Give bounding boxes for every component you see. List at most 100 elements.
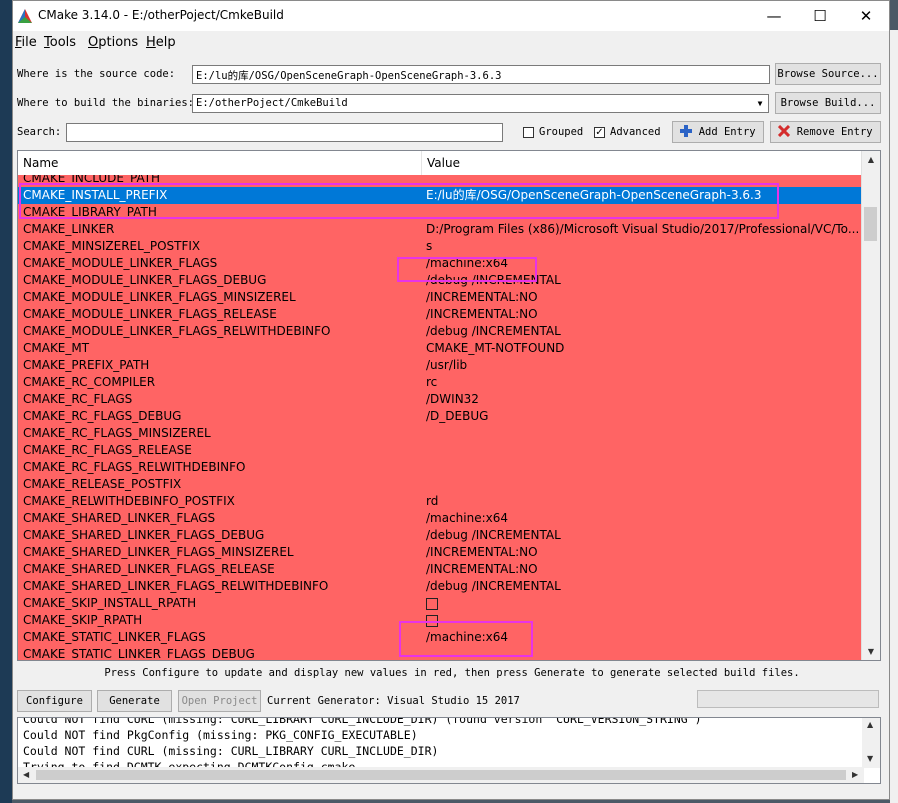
table-row[interactable]: CMAKE_LINKER D:/Program Files (x86)/Micro… — [18, 221, 862, 238]
grouped-checkbox[interactable] — [523, 127, 534, 138]
cache-entry-value[interactable]: rc — [426, 374, 858, 391]
output-scroll-right-icon[interactable]: ▶ — [852, 770, 858, 779]
cache-entry-value[interactable]: /INCREMENTAL:NO — [426, 544, 858, 561]
scroll-down-icon[interactable]: ▼ — [862, 643, 880, 660]
menu-options[interactable]: Options — [88, 35, 138, 50]
output-vertical-scrollbar[interactable]: ▲ ▼ — [862, 718, 880, 768]
column-header-value[interactable]: Value — [422, 151, 862, 175]
table-row[interactable]: CMAKE_MT CMAKE_MT-NOTFOUND — [18, 340, 862, 357]
advanced-label: Advanced — [610, 126, 661, 138]
cache-entry-value[interactable]: /INCREMENTAL:NO — [426, 306, 858, 323]
source-path-input[interactable]: E:/lu的库/OSG/OpenSceneGraph-OpenSceneGrap… — [192, 65, 770, 84]
output-horizontal-scrollbar[interactable]: ◀ ▶ — [18, 767, 864, 783]
table-row[interactable]: CMAKE_RC_FLAGS/DWIN32 — [18, 391, 862, 408]
cache-entry-value[interactable]: /debug /INCREMENTAL — [426, 578, 858, 595]
remove-entry-button[interactable]: Remove Entry — [770, 121, 881, 143]
table-vertical-scrollbar[interactable]: ▲ ▼ — [861, 151, 880, 660]
menu-tools[interactable]: Tools — [44, 35, 76, 50]
table-row[interactable]: CMAKE_STATIC_LINKER_FLAGS/machine:x64 — [18, 629, 862, 646]
table-row[interactable]: CMAKE_MODULE_LINKER_FLAGS_RELWITHDEBINFO… — [18, 323, 862, 340]
table-row[interactable]: CMAKE_RELWITHDEBINFO_POSTFIX rd — [18, 493, 862, 510]
table-row[interactable]: CMAKE_MODULE_LINKER_FLAGS/machine:x64 — [18, 255, 862, 272]
build-path-combobox[interactable]: E:/otherPoject/CmkeBuild ▼ — [192, 94, 769, 113]
bool-checkbox[interactable] — [426, 614, 438, 627]
configure-button[interactable]: Configure — [17, 690, 92, 712]
table-row[interactable]: CMAKE_INSTALL_PREFIX E:/lu的库/OSG/OpenScen… — [18, 187, 862, 204]
plus-icon — [680, 125, 693, 137]
table-row[interactable]: CMAKE_RC_FLAGS_MINSIZEREL — [18, 425, 862, 442]
scrollbar-thumb[interactable] — [864, 207, 877, 241]
cache-entry-name: CMAKE_SHARED_LINKER_FLAGS_MINSIZEREL — [23, 545, 294, 559]
output-hscroll-thumb[interactable] — [36, 770, 846, 780]
add-entry-button[interactable]: Add Entry — [672, 121, 764, 143]
cache-entry-name: CMAKE_MODULE_LINKER_FLAGS_DEBUG — [23, 273, 267, 287]
table-row[interactable]: CMAKE_MODULE_LINKER_FLAGS_DEBUG/debug /I… — [18, 272, 862, 289]
cache-entry-value[interactable]: /machine:x64 — [426, 255, 858, 272]
table-row[interactable]: CMAKE_SHARED_LINKER_FLAGS/machine:x64 — [18, 510, 862, 527]
cache-entry-value[interactable]: /debug /INCREMENTAL — [426, 323, 858, 340]
desktop-left-edge — [0, 0, 12, 803]
bool-checkbox[interactable] — [426, 597, 438, 610]
chevron-down-icon[interactable]: ▼ — [754, 98, 766, 110]
cache-entry-value[interactable]: /usr/lib — [426, 357, 858, 374]
menu-help[interactable]: Help — [146, 35, 176, 50]
cache-entry-value[interactable]: /DWIN32 — [426, 391, 858, 408]
output-scroll-left-icon[interactable]: ◀ — [23, 770, 29, 779]
menu-file[interactable]: File — [15, 35, 37, 50]
table-row[interactable]: CMAKE_RC_FLAGS_RELWITHDEBINFO — [18, 459, 862, 476]
table-row[interactable]: CMAKE_INCLUDE_PATH — [18, 175, 862, 187]
table-row[interactable]: CMAKE_PREFIX_PATH/usr/lib — [18, 357, 862, 374]
output-log[interactable]: Could NOT find CURL (missing: CURL_LIBRA… — [17, 717, 881, 784]
cache-entry-value[interactable]: CMAKE_MT-NOTFOUND — [426, 340, 858, 357]
advanced-checkbox[interactable]: ✓ — [594, 127, 605, 138]
table-row[interactable]: CMAKE_SHARED_LINKER_FLAGS_RELEASE/INCREM… — [18, 561, 862, 578]
cache-entry-value[interactable]: E:/lu的库/OSG/OpenSceneGraph-OpenSceneGrap… — [426, 187, 858, 204]
column-header-name[interactable]: Name — [18, 151, 422, 175]
cache-entry-value[interactable]: /INCREMENTAL:NO — [426, 289, 858, 306]
table-rows: CMAKE_INCLUDE_PATH CMAKE_INSTALL_PREFIX E:… — [18, 175, 862, 660]
cache-entry-value[interactable]: /INCREMENTAL:NO — [426, 561, 858, 578]
cache-entry-value[interactable]: /D_DEBUG — [426, 408, 858, 425]
cache-entry-value[interactable]: D:/Program Files (x86)/Microsoft Visual … — [426, 221, 858, 238]
table-row[interactable]: CMAKE_SHARED_LINKER_FLAGS_MINSIZEREL/INC… — [18, 544, 862, 561]
build-path-value: E:/otherPoject/CmkeBuild — [196, 97, 348, 109]
table-row[interactable]: CMAKE_RC_COMPILER rc — [18, 374, 862, 391]
menu-options-label: ptions — [98, 35, 139, 50]
cache-entry-value[interactable]: /machine:x64 — [426, 510, 858, 527]
scroll-up-icon[interactable]: ▲ — [862, 151, 880, 168]
table-row[interactable]: CMAKE_MODULE_LINKER_FLAGS_MINSIZEREL/INC… — [18, 289, 862, 306]
cache-entry-value[interactable] — [426, 595, 858, 612]
output-scroll-down-icon[interactable]: ▼ — [867, 754, 873, 763]
cache-entry-value[interactable] — [426, 612, 858, 629]
open-project-button[interactable]: Open Project — [178, 690, 261, 712]
table-row[interactable]: CMAKE_RC_FLAGS_DEBUG/D_DEBUG — [18, 408, 862, 425]
generate-button[interactable]: Generate — [97, 690, 172, 712]
table-row[interactable]: CMAKE_MODULE_LINKER_FLAGS_RELEASE/INCREM… — [18, 306, 862, 323]
cmake-window: CMake 3.14.0 - E:/otherPoject/CmkeBuild … — [12, 0, 890, 800]
table-row[interactable]: CMAKE_SKIP_INSTALL_RPATH — [18, 595, 862, 612]
close-button[interactable]: ✕ — [843, 1, 889, 31]
table-row[interactable]: CMAKE_SHARED_LINKER_FLAGS_DEBUG/debug /I… — [18, 527, 862, 544]
table-row[interactable]: CMAKE_RC_FLAGS_RELEASE — [18, 442, 862, 459]
cache-entry-value[interactable]: s — [426, 238, 858, 255]
minimize-button[interactable]: — — [751, 1, 797, 31]
table-row[interactable]: CMAKE_STATIC_LINKER_FLAGS_DEBUG — [18, 646, 862, 660]
menu-bar: File Tools Options Help — [13, 31, 889, 53]
table-row[interactable]: CMAKE_RELEASE_POSTFIX — [18, 476, 862, 493]
maximize-button[interactable]: ☐ — [797, 1, 843, 31]
title-bar[interactable]: CMake 3.14.0 - E:/otherPoject/CmkeBuild … — [13, 1, 889, 31]
window-title: CMake 3.14.0 - E:/otherPoject/CmkeBuild — [38, 8, 284, 22]
table-row[interactable]: CMAKE_SHARED_LINKER_FLAGS_RELWITHDEBINFO… — [18, 578, 862, 595]
cache-entry-value[interactable]: /debug /INCREMENTAL — [426, 272, 858, 289]
cache-entry-value[interactable]: /machine:x64 — [426, 629, 858, 646]
cache-entry-value[interactable]: /debug /INCREMENTAL — [426, 527, 858, 544]
cache-entry-value[interactable]: rd — [426, 493, 858, 510]
table-row[interactable]: CMAKE_LIBRARY_PATH — [18, 204, 862, 221]
browse-build-button[interactable]: Browse Build... — [775, 92, 881, 114]
cache-entry-name: CMAKE_RC_FLAGS_RELWITHDEBINFO — [23, 460, 246, 474]
table-row[interactable]: CMAKE_SKIP_RPATH — [18, 612, 862, 629]
table-row[interactable]: CMAKE_MINSIZEREL_POSTFIX s — [18, 238, 862, 255]
browse-source-button[interactable]: Browse Source... — [775, 63, 881, 85]
search-input[interactable] — [66, 123, 503, 142]
output-scroll-up-icon[interactable]: ▲ — [867, 720, 873, 729]
